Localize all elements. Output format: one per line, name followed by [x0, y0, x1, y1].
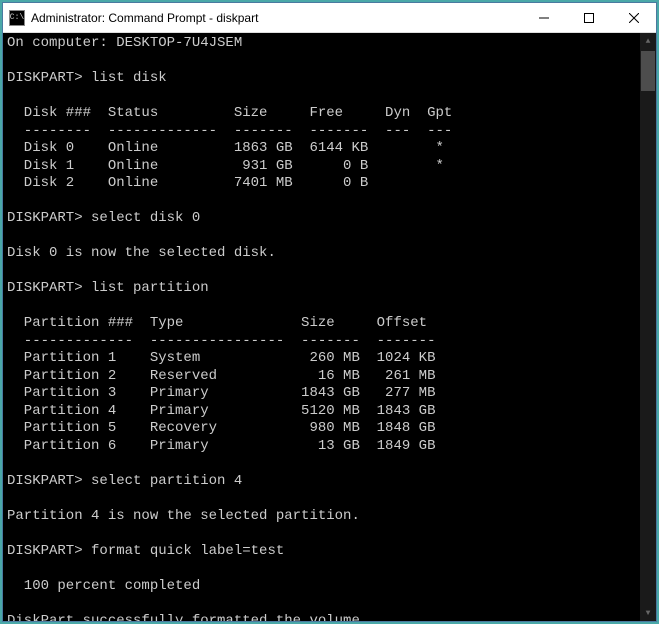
window-title: Administrator: Command Prompt - diskpart [31, 11, 521, 25]
terminal-area: On computer: DESKTOP-7U4JSEM DISKPART> l… [3, 33, 656, 621]
close-button[interactable] [611, 3, 656, 32]
terminal-output[interactable]: On computer: DESKTOP-7U4JSEM DISKPART> l… [3, 33, 640, 621]
scroll-thumb[interactable] [641, 51, 655, 91]
maximize-button[interactable] [566, 3, 611, 32]
command-prompt-window: C:\ Administrator: Command Prompt - disk… [2, 2, 657, 622]
scroll-down-arrow[interactable]: ▼ [640, 605, 656, 621]
cmd-icon: C:\ [9, 10, 25, 26]
titlebar[interactable]: C:\ Administrator: Command Prompt - disk… [3, 3, 656, 33]
minimize-button[interactable] [521, 3, 566, 32]
window-controls [521, 3, 656, 32]
scrollbar[interactable]: ▲ ▼ [640, 33, 656, 621]
scroll-up-arrow[interactable]: ▲ [640, 33, 656, 49]
